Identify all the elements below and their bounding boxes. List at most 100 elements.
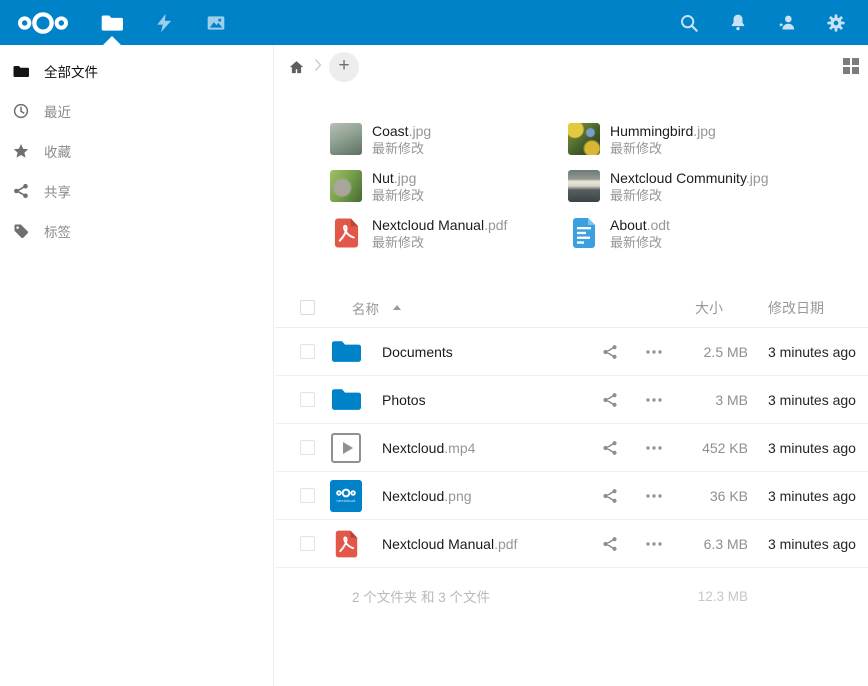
column-header-modified[interactable]: 修改日期 [748,298,868,318]
recent-item-hummingbird[interactable]: Hummingbird.jpg 最新修改 [568,123,868,170]
recent-item-community[interactable]: Nextcloud Community.jpg 最新修改 [568,170,868,217]
file-modified: 3 minutes ago [748,536,868,552]
recent-item-coast[interactable]: Coast.jpg 最新修改 [330,123,568,170]
recent-item-about-odt[interactable]: About.odt 最新修改 [568,217,868,264]
search-button[interactable] [664,0,713,45]
home-button[interactable] [288,59,305,76]
share-button[interactable] [588,488,632,504]
file-status: 最新修改 [372,235,507,250]
contacts-icon [776,12,798,33]
sidebar-item-label: 共享 [44,181,71,201]
table-summary-row: 2 个文件夹 和 3 个文件 12.3 MB [275,568,868,624]
home-icon [288,59,305,76]
more-actions-button[interactable] [632,541,676,547]
row-checkbox[interactable] [300,536,315,551]
more-actions-button[interactable] [632,493,676,499]
select-all-checkbox[interactable] [300,300,315,315]
files-count-summary: 2 个文件夹 和 3 个文件 [330,586,588,606]
share-button[interactable] [588,440,632,456]
share-icon [602,536,618,552]
squirrel-photo-thumbnail [330,170,362,202]
row-checkbox[interactable] [300,392,315,407]
column-header-name[interactable]: 名称 [352,298,379,318]
ellipsis-icon [645,445,663,451]
new-file-button[interactable]: + [329,52,359,82]
row-checkbox[interactable] [300,488,315,503]
share-button[interactable] [588,344,632,360]
nextcloud-logo[interactable] [12,11,76,35]
file-name: Nextcloud.mp4 [372,440,588,456]
sidebar-item-tags[interactable]: 标签 [0,211,273,251]
file-modified: 3 minutes ago [748,392,868,408]
folder-icon [101,14,123,32]
app-gallery-button[interactable] [190,0,242,45]
sidebar-item-label: 全部文件 [44,61,98,81]
column-header-size[interactable]: 大小 [676,298,748,318]
file-name: Documents [372,344,588,360]
recent-item-manual-pdf[interactable]: Nextcloud Manual.pdf 最新修改 [330,217,568,264]
ellipsis-icon [645,349,663,355]
file-size: 36 KB [676,488,748,504]
share-button[interactable] [588,536,632,552]
recent-files-grid: Coast.jpg 最新修改 Hummingbird.jpg 最新修改 Nut.… [330,123,868,264]
app-files-button[interactable] [86,0,138,45]
star-icon [13,143,29,159]
sidebar-item-label: 标签 [44,221,71,241]
more-actions-button[interactable] [632,445,676,451]
tag-icon [13,223,29,239]
app-activity-button[interactable] [138,0,190,45]
file-size: 2.5 MB [676,344,748,360]
file-name: Photos [372,392,588,408]
share-icon [602,440,618,456]
share-icon [602,488,618,504]
folder-icon [13,63,29,79]
grid-view-icon [843,58,850,65]
more-actions-button[interactable] [632,349,676,355]
file-status: 最新修改 [610,188,768,203]
breadcrumb: + [275,45,868,89]
file-modified: 3 minutes ago [748,440,868,456]
table-row-documents[interactable]: Documents 2.5 MB 3 minutes ago [275,328,868,376]
picture-icon [205,13,227,33]
lightning-icon [154,12,174,34]
hummingbird-photo-thumbnail [568,123,600,155]
row-checkbox[interactable] [300,344,315,359]
table-row-nextcloud-png[interactable]: nextcloud Nextcloud.png 36 KB 3 minutes … [275,472,868,520]
sort-ascending-icon [393,305,401,310]
contacts-button[interactable] [762,0,811,45]
file-modified: 3 minutes ago [748,488,868,504]
share-icon [602,392,618,408]
settings-button[interactable] [811,0,860,45]
coast-photo-thumbnail [330,123,362,155]
odt-document-icon [568,217,600,249]
table-row-nextcloud-manual-pdf[interactable]: Nextcloud Manual.pdf 6.3 MB 3 minutes ag… [275,520,868,568]
community-photo-thumbnail [568,170,600,202]
folder-icon [330,384,362,416]
sidebar-item-favorites[interactable]: 收藏 [0,131,273,171]
sidebar-item-shared[interactable]: 共享 [0,171,273,211]
row-checkbox[interactable] [300,440,315,455]
file-name: Nextcloud Manual.pdf [372,536,588,552]
file-status: 最新修改 [372,141,431,156]
share-button[interactable] [588,392,632,408]
grid-view-toggle-button[interactable] [843,58,859,74]
share-icon [13,183,29,199]
notifications-bell-icon [728,12,748,33]
recent-item-nut[interactable]: Nut.jpg 最新修改 [330,170,568,217]
sidebar-item-all-files[interactable]: 全部文件 [0,51,273,91]
app-menu [86,0,242,45]
file-name: Nextcloud Manual.pdf [372,217,507,233]
file-status: 最新修改 [610,141,716,156]
sidebar-item-label: 最近 [44,101,71,121]
more-actions-button[interactable] [632,397,676,403]
file-size: 452 KB [676,440,748,456]
nextcloud-logo-icon [12,11,74,35]
notifications-button[interactable] [713,0,762,45]
file-name: Hummingbird.jpg [610,123,716,139]
table-row-nextcloud-mp4[interactable]: Nextcloud.mp4 452 KB 3 minutes ago [275,424,868,472]
files-content: + Coast.jpg 最新修改 Hummingbird.jpg 最新修改 [275,45,868,686]
file-status: 最新修改 [372,188,424,203]
nextcloud-logo-tile-icon: nextcloud [330,480,362,512]
sidebar-item-recent[interactable]: 最近 [0,91,273,131]
table-row-photos[interactable]: Photos 3 MB 3 minutes ago [275,376,868,424]
